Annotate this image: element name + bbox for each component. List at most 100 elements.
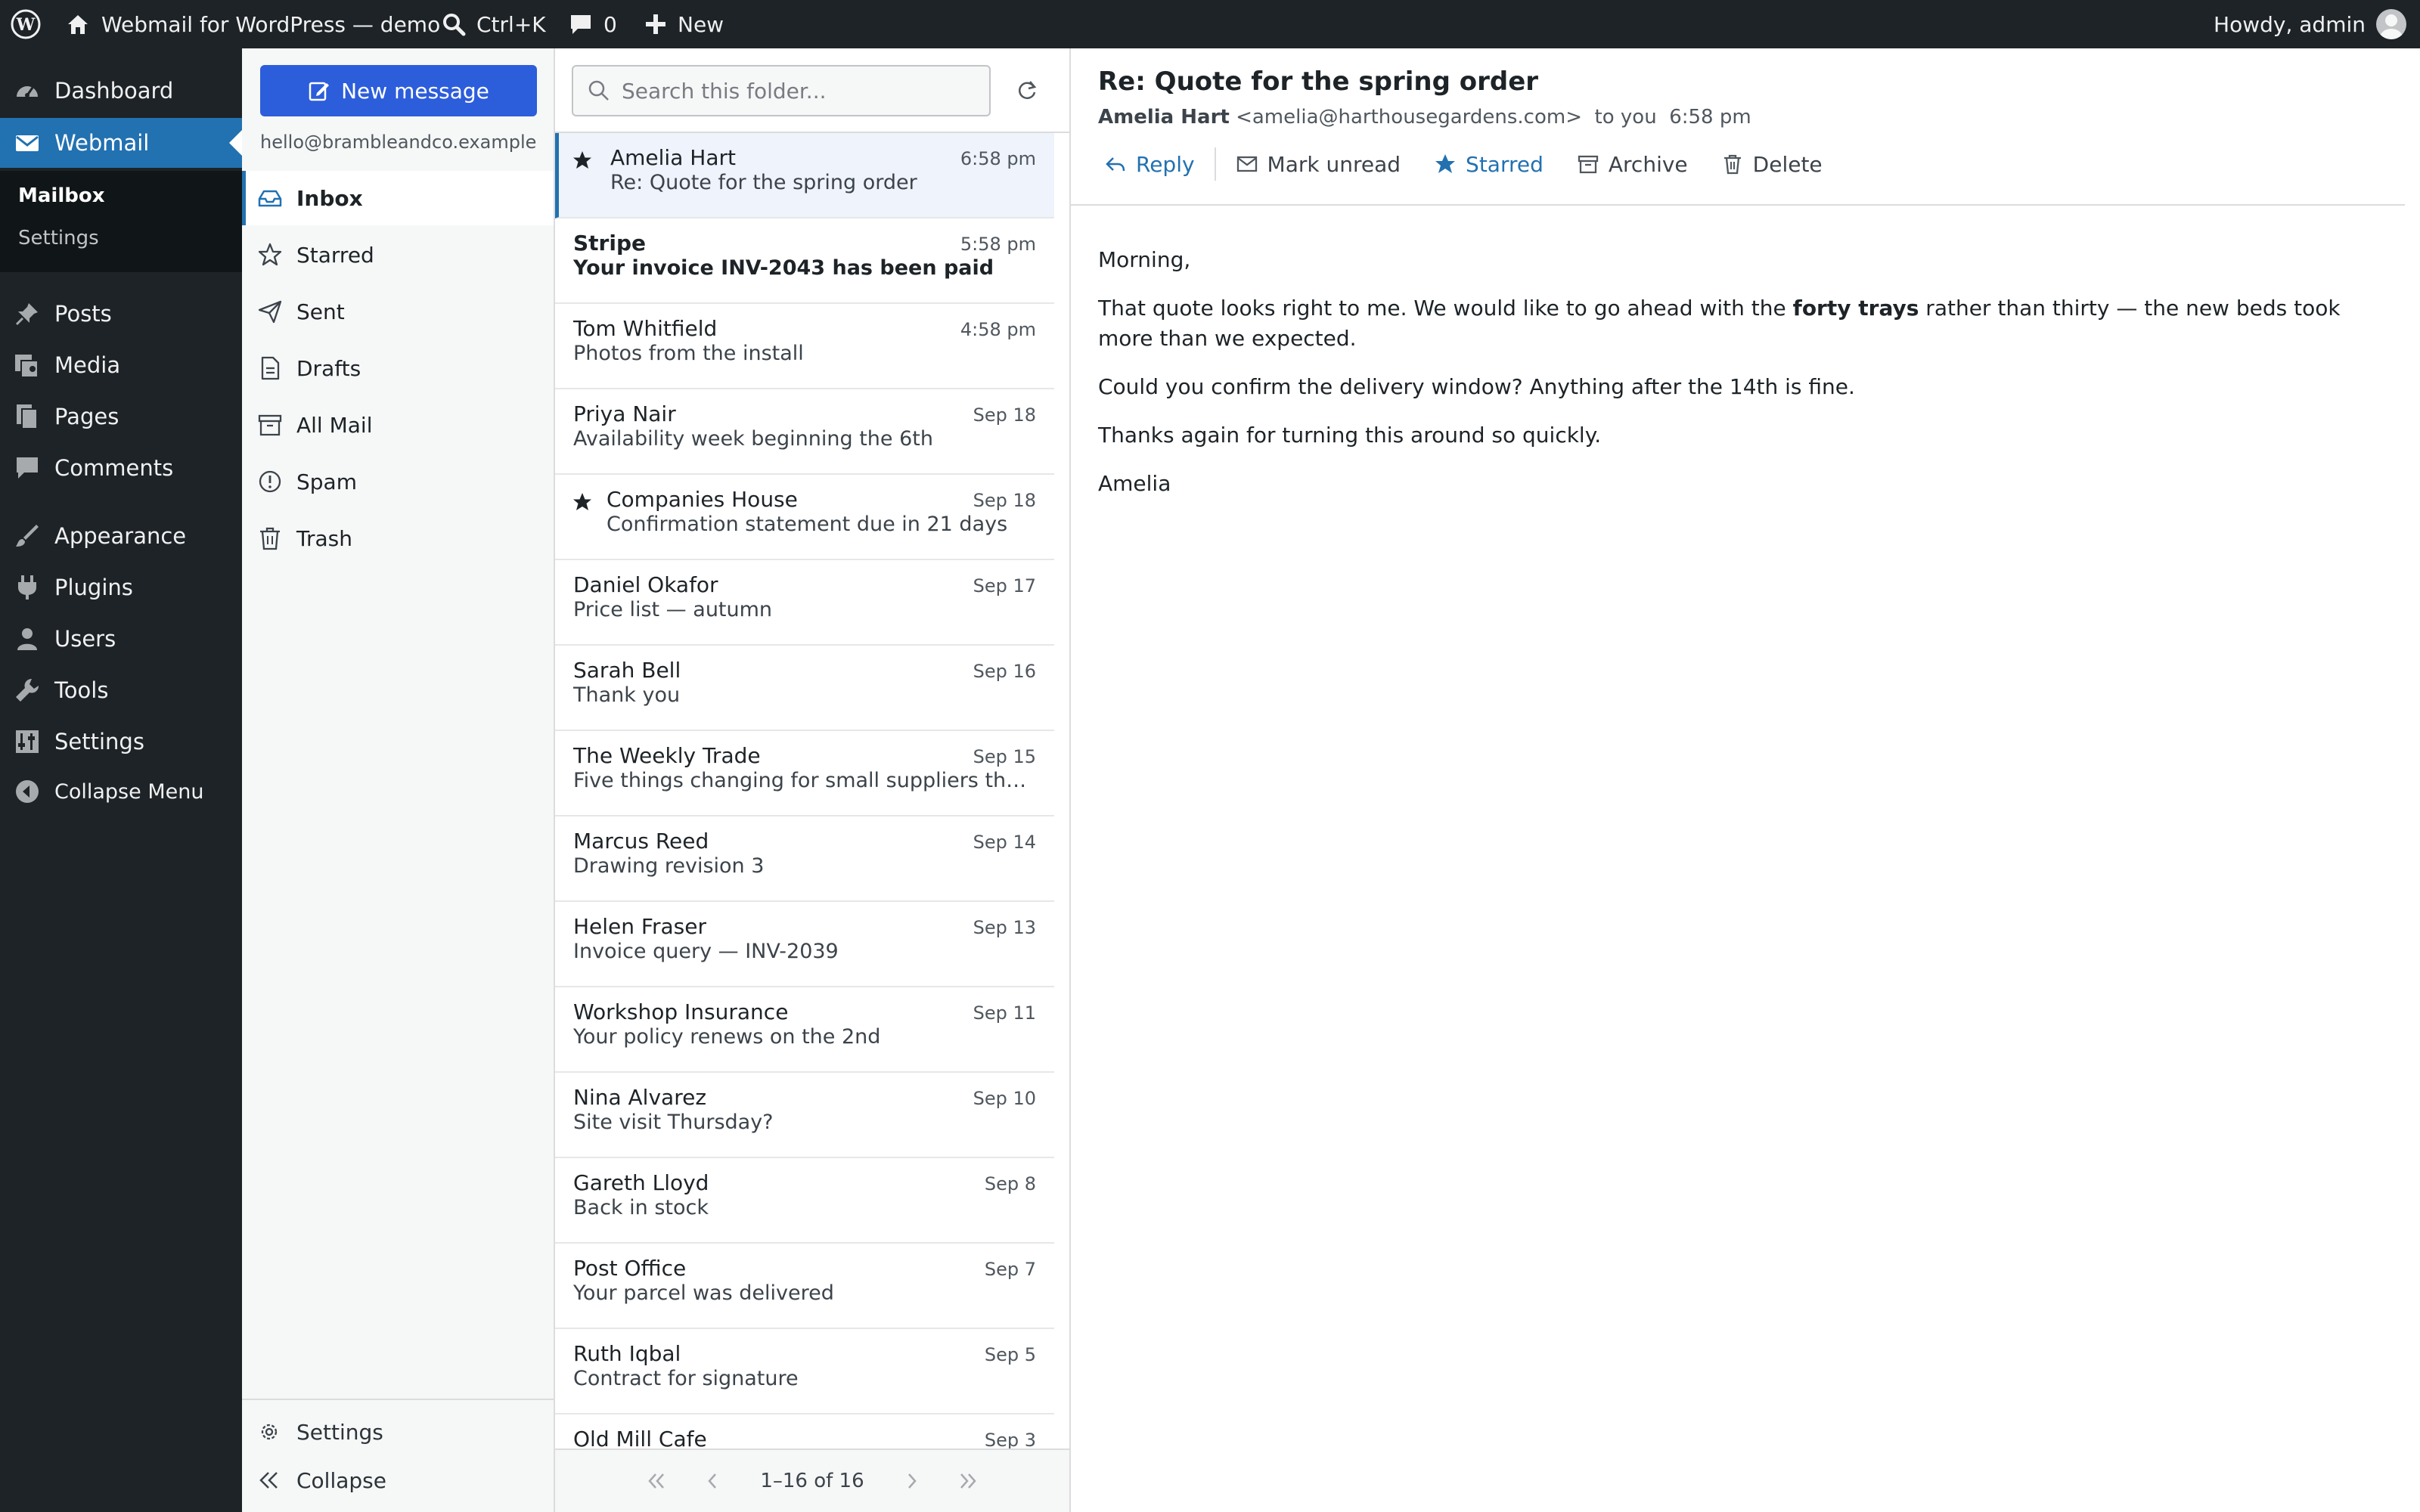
reply-button[interactable]: Reply [1087, 141, 1212, 187]
delete-button[interactable]: Delete [1705, 141, 1839, 187]
message-subject-preview: Back in stock [573, 1196, 709, 1219]
menu-item-collapse[interactable]: Collapse Menu [0, 767, 242, 816]
message-row[interactable]: Nina Alvarez Site visit Thursday? Sep 10 [555, 1073, 1054, 1158]
message-time: Sep 18 [973, 490, 1036, 511]
archive-icon [1578, 155, 1599, 174]
folder-all-mail[interactable]: All Mail [242, 398, 554, 452]
menu-item-appearance[interactable]: Appearance [0, 511, 242, 561]
menu-item-webmail[interactable]: Webmail [0, 118, 242, 168]
pages-icon [17, 404, 38, 429]
comments-link[interactable]: 0 [569, 0, 617, 48]
envelope-icon [1236, 156, 1257, 172]
archive-button[interactable]: Archive [1560, 141, 1705, 187]
message-row[interactable]: The Weekly Trade Five things changing for… [555, 731, 1054, 816]
menu-item-users[interactable]: Users [0, 614, 242, 664]
comment-count: 0 [603, 11, 617, 37]
message-time: Sep 3 [984, 1430, 1036, 1451]
spam-icon [259, 470, 281, 493]
folder-drafts[interactable]: Drafts [242, 341, 554, 395]
message-row[interactable]: Ruth Iqbal Contract for signature Sep 5 [555, 1329, 1054, 1414]
message-time: 6:58 pm [960, 148, 1036, 169]
message-time: Sep 15 [973, 746, 1036, 767]
account-menu[interactable]: Howdy, admin [2214, 0, 2406, 48]
submenu-item-mailbox[interactable]: Mailbox [18, 184, 105, 207]
folder-footer: Settings Collapse [242, 1399, 554, 1512]
new-message-button[interactable]: New message [260, 65, 537, 116]
site-name-link[interactable]: Webmail for WordPress — demo [65, 0, 440, 48]
collapse-folders-button[interactable]: Collapse [242, 1458, 554, 1503]
message-subject-preview: Your parcel was delivered [573, 1281, 834, 1305]
search-input[interactable]: Search this folder... [572, 65, 991, 116]
next-page-icon[interactable] [901, 1470, 923, 1492]
folder-inbox[interactable]: Inbox [242, 171, 554, 225]
message-time: Sep 10 [973, 1088, 1036, 1109]
message-row[interactable]: Amelia Hart Re: Quote for the spring orde… [555, 133, 1054, 218]
message-row[interactable]: Post Office Your parcel was delivered Sep … [555, 1244, 1054, 1329]
user-icon [17, 628, 37, 650]
message-sender: Marcus Reed [573, 829, 709, 854]
compose-icon [309, 82, 330, 101]
plugin-icon [18, 575, 36, 600]
star-filled-icon[interactable] [572, 150, 593, 171]
menu-item-media[interactable]: Media [0, 340, 242, 390]
toolbar-separator [1214, 147, 1216, 181]
message-row[interactable]: Marcus Reed Drawing revision 3 Sep 14 [555, 816, 1054, 902]
message-sender: Ruth Iqbal [573, 1341, 681, 1366]
folder-starred[interactable]: Starred [242, 228, 554, 282]
folder-sent[interactable]: Sent [242, 284, 554, 339]
plus-icon [646, 14, 666, 34]
message-row[interactable]: Workshop Insurance Your policy renews on … [555, 987, 1054, 1073]
message-sender: Stripe [573, 231, 646, 256]
message-sender: Gareth Lloyd [573, 1170, 709, 1195]
search-icon [588, 80, 609, 101]
folder-trash[interactable]: Trash [242, 511, 554, 565]
menu-item-pages[interactable]: Pages [0, 392, 242, 442]
message-sender: Amelia Hart [610, 145, 736, 170]
new-content-link[interactable]: New [644, 0, 724, 48]
menu-item-tools[interactable]: Tools [0, 665, 242, 715]
menu-item-dashboard[interactable]: Dashboard [0, 66, 242, 116]
starred-toggle[interactable]: Starred [1417, 141, 1560, 187]
gear-icon [261, 1424, 278, 1440]
message-row[interactable]: Gareth Lloyd Back in stock Sep 8 [555, 1158, 1054, 1244]
wordpress-logo-icon[interactable]: W [11, 0, 41, 48]
message-sender: Sarah Bell [573, 658, 681, 683]
first-page-icon[interactable] [645, 1470, 668, 1492]
message-time: 5:58 pm [960, 234, 1036, 255]
refresh-icon [1019, 81, 1037, 100]
message-time: Sep 11 [973, 1002, 1036, 1024]
message-subject-preview: Price list — autumn [573, 598, 773, 621]
mail-settings-link[interactable]: Settings [242, 1409, 554, 1455]
refresh-button[interactable] [1009, 73, 1045, 109]
message-time: Sep 17 [973, 575, 1036, 596]
star-filled-icon[interactable] [572, 491, 593, 513]
message-subject-preview: Invoice query — INV-2039 [573, 940, 839, 963]
message-row[interactable]: Companies House Confirmation statement du… [555, 475, 1054, 560]
howdy-text: Howdy, admin [2214, 11, 2366, 37]
message-row[interactable]: Sarah Bell Thank you Sep 16 [555, 646, 1054, 731]
message-row[interactable]: Tom Whitfield Photos from the install 4:58… [555, 304, 1054, 389]
message-subject-preview: Your invoice INV-2043 has been paid [573, 256, 994, 280]
folder-spam[interactable]: Spam [242, 454, 554, 509]
message-row[interactable]: Stripe Your invoice INV-2043 has been pai… [555, 218, 1054, 304]
menu-item-comments[interactable]: Comments [0, 443, 242, 493]
comment-icon [17, 457, 38, 479]
message-row[interactable]: Priya Nair Availability week beginning th… [555, 389, 1054, 475]
menu-item-posts[interactable]: Posts [0, 289, 242, 339]
message-row[interactable]: Helen Fraser Invoice query — INV-2039 Sep … [555, 902, 1054, 987]
mark-unread-button[interactable]: Mark unread [1219, 141, 1418, 187]
submenu-item-settings[interactable]: Settings [18, 227, 99, 249]
wrench-icon [16, 678, 39, 702]
message-subject-preview: Five things changing for small suppliers… [573, 769, 1027, 792]
menu-item-settings[interactable]: Settings [0, 717, 242, 767]
message-sender: Nina Alvarez [573, 1085, 707, 1110]
previous-page-icon[interactable] [701, 1470, 724, 1492]
comment-icon [571, 15, 591, 34]
command-search-link[interactable]: Ctrl+K [442, 0, 546, 48]
menu-item-plugins[interactable]: Plugins [0, 562, 242, 612]
message-row[interactable]: Daniel Okafor Price list — autumn Sep 17 [555, 560, 1054, 646]
mail-icon [16, 135, 39, 151]
message-sender: Helen Fraser [573, 914, 706, 939]
message-subject-preview: Your policy renews on the 2nd [573, 1025, 881, 1049]
last-page-icon[interactable] [957, 1470, 979, 1492]
